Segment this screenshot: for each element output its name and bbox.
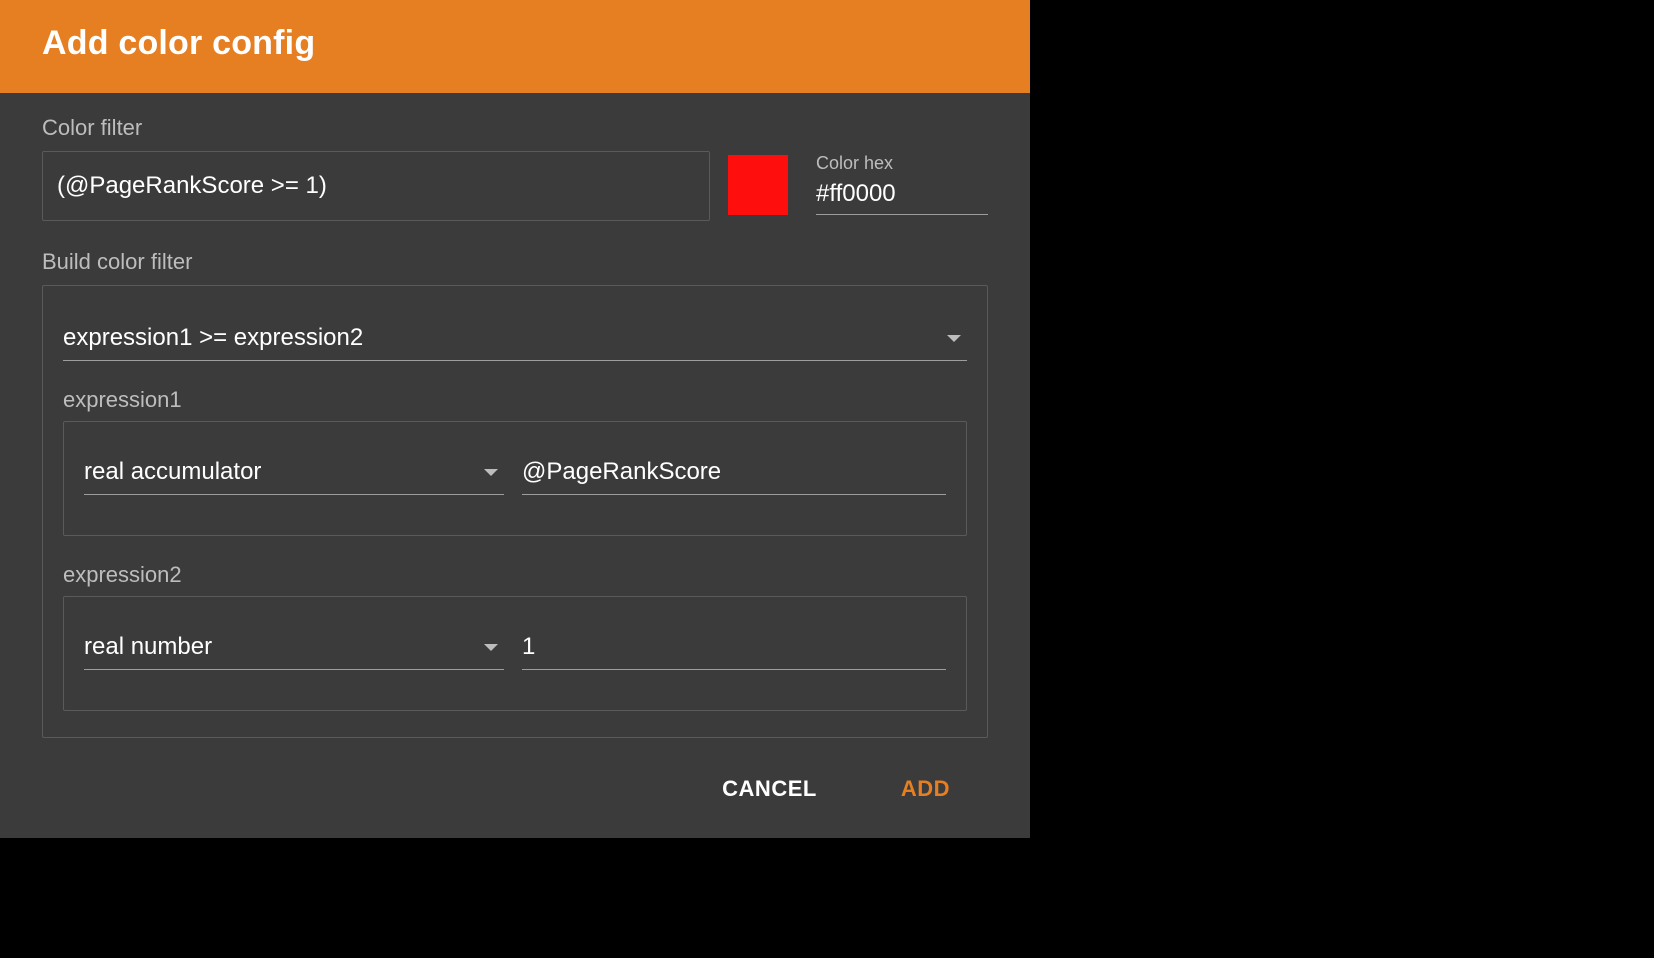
operator-select-value: expression1 >= expression2 — [63, 324, 363, 352]
dialog-body: Color filter Color hex Build color filte… — [0, 93, 1030, 748]
expression1-type-select[interactable]: real accumulator — [84, 454, 504, 495]
builder-panel: expression1 >= expression2 expression1 r… — [42, 285, 988, 738]
color-hex-input[interactable] — [816, 176, 988, 215]
chevron-down-icon — [484, 469, 498, 476]
chevron-down-icon — [484, 644, 498, 651]
operator-select[interactable]: expression1 >= expression2 — [63, 320, 967, 361]
expression1-value-input[interactable] — [522, 454, 946, 495]
color-hex-group: Color hex — [816, 153, 988, 215]
cancel-button[interactable]: CANCEL — [714, 770, 825, 808]
color-filter-label: Color filter — [42, 115, 988, 141]
expression2-type-select[interactable]: real number — [84, 629, 504, 670]
color-hex-label: Color hex — [816, 153, 988, 174]
expression1-box: real accumulator — [63, 421, 967, 536]
dialog-title: Add color config — [42, 24, 988, 63]
build-color-filter-label: Build color filter — [42, 249, 988, 275]
dialog-actions: CANCEL ADD — [0, 748, 1030, 838]
expression2-value-input[interactable] — [522, 629, 946, 670]
expression2-label: expression2 — [63, 562, 967, 588]
add-button[interactable]: ADD — [893, 770, 958, 808]
add-color-config-dialog: Add color config Color filter Color hex … — [0, 0, 1030, 838]
color-filter-row: Color hex — [42, 151, 988, 221]
expression1-label: expression1 — [63, 387, 967, 413]
color-swatch[interactable] — [728, 155, 788, 215]
expression1-type-value: real accumulator — [84, 458, 261, 486]
chevron-down-icon — [947, 335, 961, 342]
expression2-box: real number — [63, 596, 967, 711]
color-filter-input[interactable] — [42, 151, 710, 221]
expression2-type-value: real number — [84, 633, 212, 661]
dialog-header: Add color config — [0, 0, 1030, 93]
